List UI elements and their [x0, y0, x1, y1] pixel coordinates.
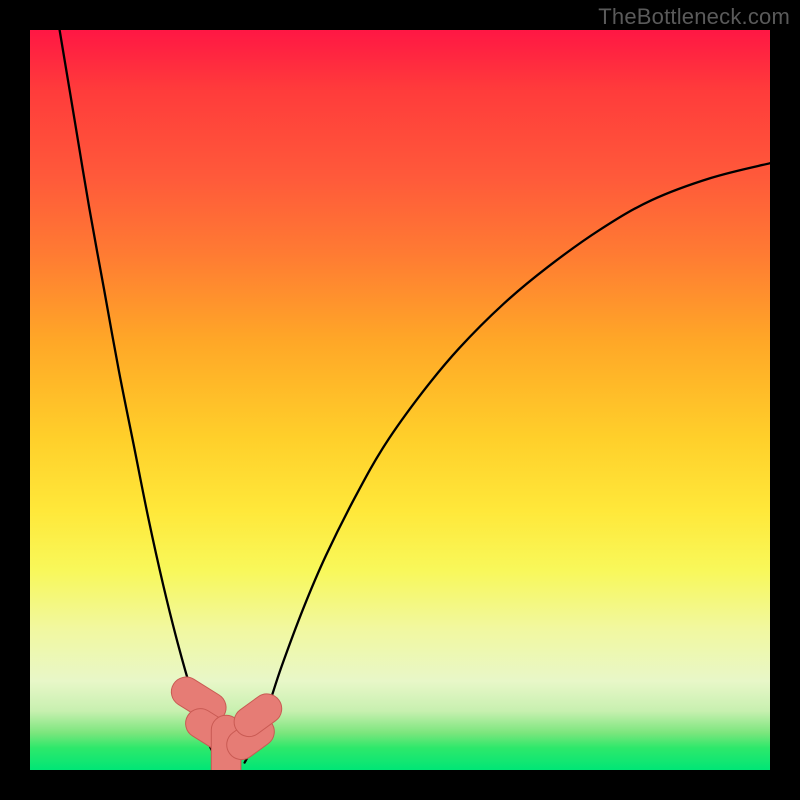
- chart-frame: TheBottleneck.com: [0, 0, 800, 800]
- plot-area: [30, 30, 770, 770]
- watermark-text: TheBottleneck.com: [598, 4, 790, 30]
- curve-right-branch: [245, 163, 770, 762]
- bottleneck-curve: [30, 30, 770, 770]
- curve-left-branch: [60, 30, 223, 763]
